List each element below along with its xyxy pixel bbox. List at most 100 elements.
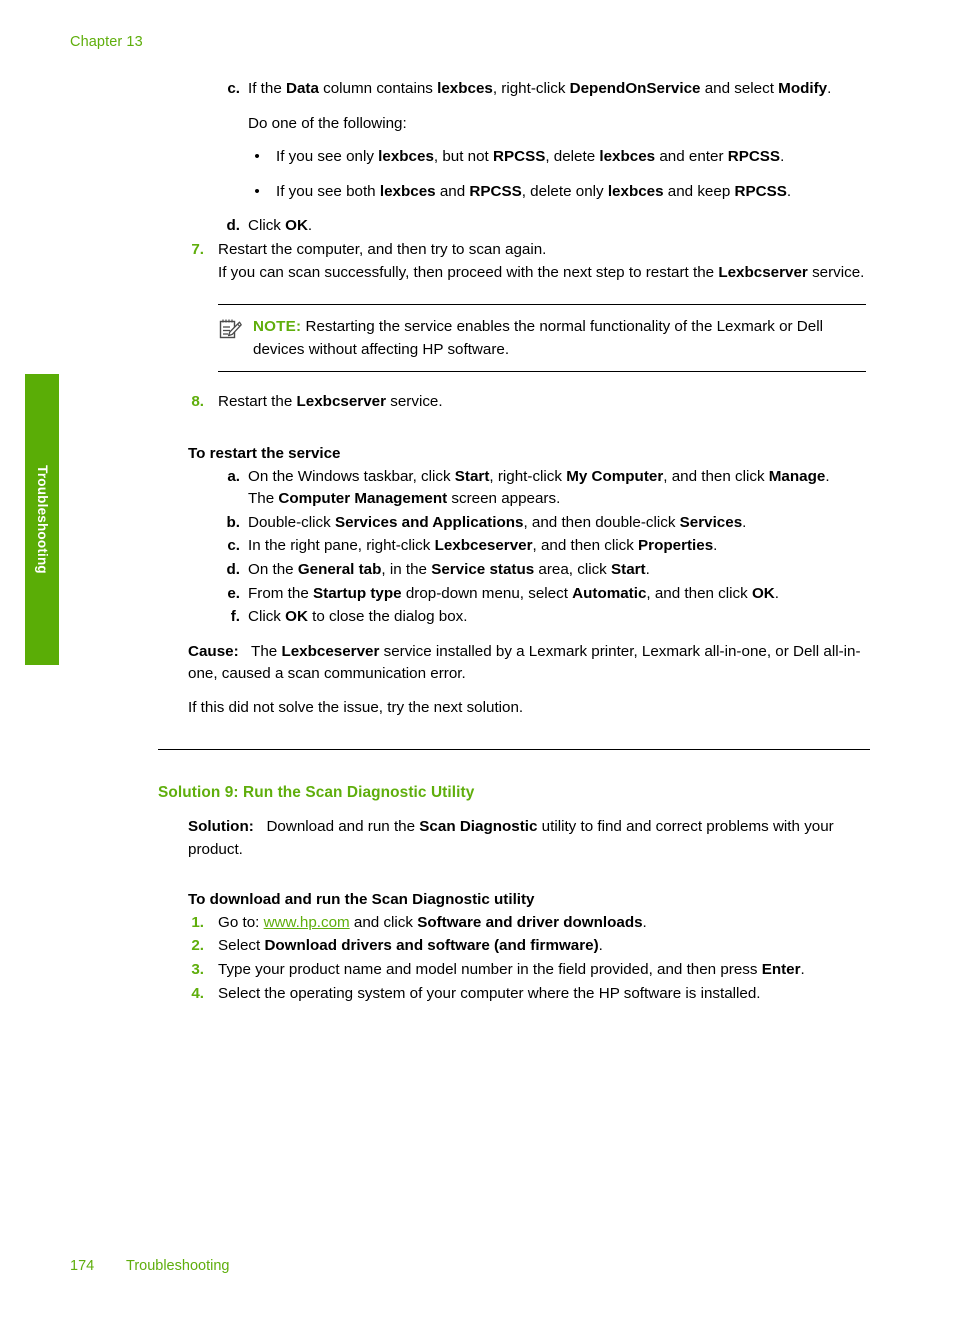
text-run-bold: OK [751, 584, 775, 602]
list-marker: 3. [191, 961, 204, 979]
text-run: drop-down menu, select [401, 584, 573, 602]
text-run-bold: Download drivers and software (and firmw… [264, 937, 599, 955]
text-run: Type your product name and model number … [218, 961, 762, 979]
solution-label: Solution: [188, 818, 254, 836]
list-item-text: On the Windows taskbar, click Start, rig… [248, 468, 830, 485]
list-item-restart-service-e: e. From the Startup type drop-down menu, … [218, 583, 870, 606]
text-run-bold: Modify [778, 80, 828, 97]
text-run: On the [248, 560, 298, 578]
text-run-bold: Startup type [313, 584, 402, 602]
text-run: From the [248, 584, 313, 602]
text-run: Double-click [248, 513, 335, 531]
list-item-text: Double-click Services and Applications, … [248, 514, 746, 531]
list-marker: 8. [191, 393, 204, 411]
list-marker: e. [227, 584, 240, 602]
text-run: If the [248, 80, 286, 97]
step-7-continuation: If you can scan successfully, then proce… [218, 262, 870, 285]
list-item-text: On the General tab, in the Service statu… [248, 561, 650, 578]
text-run-bold: Lexbceserver [434, 537, 533, 555]
text-run: , and then click [646, 584, 752, 602]
text-run: , delete only [521, 182, 608, 200]
text-run: , and then click [663, 467, 769, 485]
text-run: Select the operating system of your comp… [218, 984, 761, 1002]
text-run-bold: Software and driver downloads [417, 913, 643, 931]
list-marker: d. [226, 217, 241, 235]
text-run: . [774, 584, 779, 602]
list-marker: 2. [191, 937, 204, 955]
section-heading-solution-9: Solution 9: Run the Scan Diagnostic Util… [158, 784, 475, 802]
text-run-bold: Computer Management [278, 490, 448, 508]
list-item-step-c: c. If the Data column contains lexbces, … [218, 78, 870, 101]
text-run-bold: OK [285, 608, 308, 626]
bullet-1-text: If you see only lexbces, but not RPCSS, … [276, 148, 784, 165]
text-run-bold: DependOnService [569, 80, 701, 97]
text-run: If you can scan successfully, then proce… [218, 263, 719, 281]
text-run-bold: RPCSS [493, 148, 546, 166]
list-item-step-8: 8. Restart the Lexbcserver service. [180, 391, 870, 414]
text-run-bold: Automatic [572, 584, 647, 602]
list-item-text: Click OK to close the dialog box. [248, 608, 467, 625]
text-run: Click [248, 217, 286, 235]
text-run: and enter [655, 148, 728, 166]
text-run: Click [248, 608, 286, 626]
next-solution-text: If this did not solve the issue, try the… [188, 698, 524, 716]
text-run-bold: Lexbcserver [296, 393, 387, 411]
page-footer: 174 Troubleshooting [70, 1258, 229, 1274]
list-marker: 1. [191, 913, 204, 931]
side-tab-label: Troubleshooting [35, 465, 50, 574]
text-run-bold: lexbces [379, 182, 436, 200]
text-run: , and then click [532, 537, 639, 555]
list-marker: c. [227, 80, 240, 97]
text-run: , in the [381, 560, 432, 578]
text-run: service. [807, 263, 865, 281]
text-run: . [598, 937, 603, 955]
list-item-download-step-2: 2. Select Download drivers and software (… [180, 935, 870, 958]
list-item-text: Go to: www.hp.com and click Software and… [218, 914, 647, 931]
procedure-list-restart-service: a. On the Windows taskbar, click Start, r… [158, 466, 870, 629]
procedure-heading-download-scan-diagnostic: To download and run the Scan Diagnostic … [188, 891, 535, 909]
bullet-icon: • [254, 148, 260, 166]
list-item-text: From the Startup type drop-down menu, se… [248, 585, 779, 602]
text-run: , delete [545, 148, 600, 166]
text-run: to close the dialog box. [307, 608, 468, 626]
text-run: The [248, 490, 279, 508]
note-text: Restarting the service enables the norma… [253, 318, 823, 358]
text-run: Select [218, 937, 265, 955]
list-item-text: Select the operating system of your comp… [218, 985, 761, 1002]
text-run-bold: lexbces [378, 148, 434, 166]
text-run-bold: Scan Diagnostic [419, 818, 538, 836]
text-run-bold: Start [454, 467, 490, 485]
text-run-bold: Manage [768, 467, 826, 485]
note-callout-body: NOTE: Restarting the service enables the… [218, 316, 866, 361]
text-run-bold: RPCSS [727, 148, 781, 166]
text-run: , right-click [492, 80, 570, 97]
text-run: . [827, 80, 832, 97]
text-run: On the Windows taskbar, click [248, 467, 455, 485]
list-item-restart-service-d: d. On the General tab, in the Service sta… [218, 559, 870, 582]
list-marker: 7. [191, 240, 204, 258]
text-run: and select [700, 80, 779, 97]
page-content: c. If the Data column contains lexbces, … [158, 78, 870, 1006]
text-run: , right-click [489, 467, 567, 485]
text-run-bold: lexbces [607, 182, 664, 200]
text-run: , but not [433, 148, 493, 166]
text-run: If you see only [276, 148, 379, 166]
chapter-header: Chapter 13 [70, 34, 143, 50]
solution-paragraph: Solution: Download and run the Scan Diag… [188, 816, 870, 861]
list-marker: b. [226, 513, 241, 531]
list-item-step-7: 7. Restart the computer, and then try to… [180, 239, 870, 284]
text-run-bold: RPCSS [469, 182, 522, 200]
hp-website-link[interactable]: www.hp.com [264, 914, 350, 931]
note-callout: NOTE: Restarting the service enables the… [218, 304, 866, 373]
do-one-of-the-following-text: Do one of the following: [248, 114, 407, 132]
text-run: . [786, 182, 792, 200]
text-run-bold: OK [285, 217, 308, 235]
text-run: The [251, 642, 282, 660]
text-run-bold: Services and Applications [334, 513, 524, 531]
step-7-text: Restart the computer, and then try to sc… [218, 240, 547, 258]
text-run: , and then double-click [523, 513, 680, 531]
text-run-bold: Lexbceserver [281, 642, 380, 660]
text-run-bold: lexbces [599, 148, 656, 166]
list-item-restart-service-a: a. On the Windows taskbar, click Start, r… [218, 466, 870, 511]
section-divider [158, 749, 870, 751]
